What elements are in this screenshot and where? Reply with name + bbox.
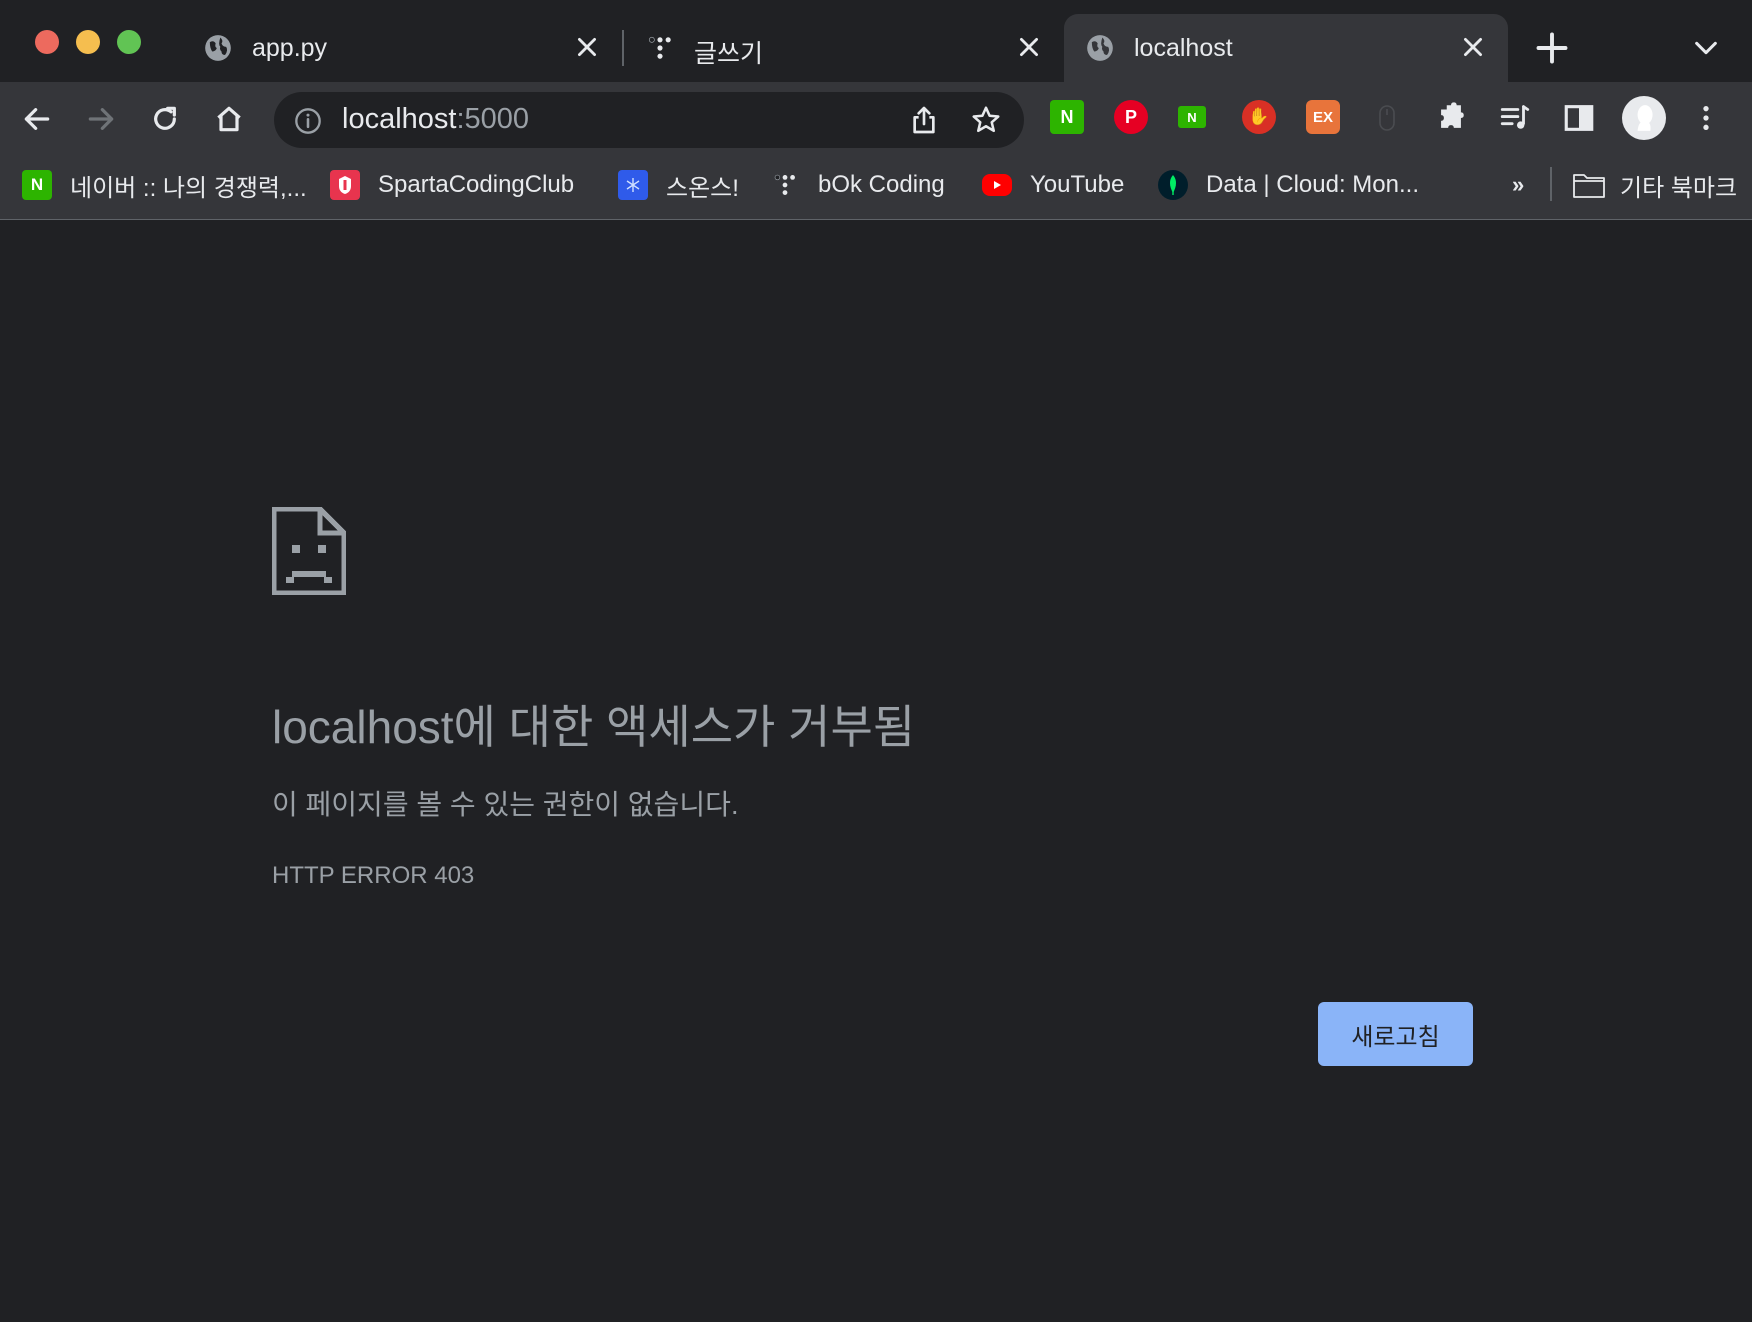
close-icon[interactable] [1016,34,1042,60]
more-vertical-icon[interactable] [1690,102,1722,134]
chevron-down-icon[interactable] [1692,34,1720,62]
snowflake-icon [618,170,648,200]
tab-title: app.py [252,34,328,62]
error-page: localhost에 대한 액세스가 거부됨 이 페이지를 볼 수 있는 권한이… [0,221,1752,1322]
bookmark-label: Data | Cloud: Mon... [1206,171,1419,198]
folder-icon [1573,174,1605,198]
naver-dict-extension-icon[interactable]: N [1178,106,1206,128]
home-button[interactable] [210,100,248,138]
reload-page-button[interactable]: 새로고침 [1318,1002,1473,1066]
address-bar[interactable]: localhost:5000 [274,92,1024,148]
other-bookmarks-folder[interactable]: 기타 북마크 [1572,168,1737,202]
bookmark-bok-coding[interactable]: bOk Coding [770,168,945,202]
ex-extension-icon[interactable]: EX [1306,100,1340,134]
url-port: :5000 [456,103,530,135]
reading-list-icon[interactable] [1498,101,1532,135]
url-host: localhost [342,103,457,135]
arrow-right-icon [88,108,114,130]
star-icon[interactable] [970,104,1002,136]
bookmark-label: bOk Coding [818,171,945,198]
home-icon [217,106,241,132]
bookmark-snowflake[interactable]: 스온스! [618,168,739,202]
mouse-extension-icon[interactable] [1378,104,1396,132]
bookmark-label: SpartaCodingClub [378,171,575,198]
tistory-icon [770,170,800,200]
bookmark-label: 네이버 :: 나의 경쟁력,... [70,174,307,202]
folder-label: 기타 북마크 [1620,174,1738,202]
error-description: 이 페이지를 볼 수 있는 권한이 없습니다. [272,789,739,820]
reload-button[interactable] [146,100,184,138]
sad-document-icon [272,507,346,595]
mongodb-icon [1158,170,1188,200]
sparta-icon [330,170,360,200]
tistory-icon [648,36,671,59]
ext-label: N [1060,106,1074,127]
bookmark-sparta[interactable]: SpartaCodingClub [330,168,574,202]
close-icon[interactable] [1460,34,1486,60]
ext-label: N [1187,109,1197,125]
minimize-window-button[interactable] [76,30,100,54]
tab-title: localhost [1134,34,1233,62]
toolbar: localhost:5000 N P N ✋ EX [0,82,1752,154]
bookmark-label: 스온스! [666,174,739,202]
puzzle-icon[interactable] [1434,101,1468,135]
error-title: localhost에 대한 액세스가 거부됨 [272,701,916,753]
bookmark-mongodb[interactable]: Data | Cloud: Mon... [1158,168,1419,202]
new-tab-icon[interactable] [1534,30,1570,66]
user-icon [1637,105,1653,131]
pinterest-extension-icon[interactable]: P [1114,100,1148,134]
bookmarks-separator [1550,167,1552,201]
close-window-button[interactable] [35,30,59,54]
ext-label: EX [1312,108,1333,126]
profile-avatar[interactable] [1622,96,1666,140]
close-icon[interactable] [574,34,600,60]
tab-strip: app.py 글쓰기 localhost [0,0,1752,82]
side-panel-icon[interactable] [1562,101,1596,135]
ext-label: ✋ [1248,107,1270,126]
globe-icon [1087,35,1113,61]
forward-button[interactable] [82,100,120,138]
tab-localhost[interactable]: localhost [1064,14,1508,82]
bookmarks-bar: N 네이버 :: 나의 경쟁력,... SpartaCodingClub 스온스… [0,154,1752,220]
arrow-left-icon [24,108,50,130]
url-text: localhost:5000 [342,103,529,136]
browser-window: app.py 글쓰기 localhost localhost:5000 N P … [0,0,1752,1322]
naver-extension-icon[interactable]: N [1050,100,1084,134]
reload-icon [154,106,176,130]
back-button[interactable] [18,100,56,138]
share-icon[interactable] [908,104,940,136]
tab-app-py[interactable]: app.py [182,14,622,82]
info-icon[interactable] [294,107,322,135]
adblock-extension-icon[interactable]: ✋ [1242,100,1276,134]
tab-title: 글쓰기 [694,40,764,68]
bookmark-label: YouTube [1030,171,1125,198]
tab-write[interactable]: 글쓰기 [624,14,1064,82]
youtube-icon [982,174,1012,196]
naver-icon: N [22,170,52,200]
maximize-window-button[interactable] [117,30,141,54]
bookmarks-overflow-button[interactable]: » [1512,168,1524,202]
error-code: HTTP ERROR 403 [272,862,475,889]
bookmark-naver[interactable]: N 네이버 :: 나의 경쟁력,... [22,168,307,202]
ext-label: P [1124,106,1137,127]
globe-icon [205,35,231,61]
bookmark-youtube[interactable]: YouTube [982,168,1124,202]
overflow-label: » [1512,172,1525,197]
